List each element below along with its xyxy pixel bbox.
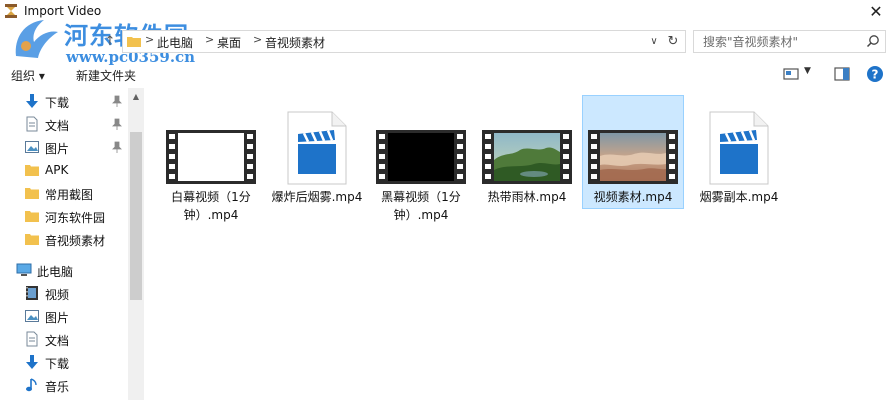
sidebar-item-label: 河东软件园 [45,211,106,225]
sidebar-item-music[interactable]: 音乐 [0,374,128,396]
video-clapperboard-icon [287,111,347,185]
video-film-thumbnail-icon [482,130,572,184]
sidebar-item-pc-downloads[interactable]: 下载 [0,351,128,373]
sidebar-item-label: 下载 [45,357,70,371]
search-box[interactable] [693,30,886,53]
file-list: 白幕视频（1分钟）.mp4 爆炸后烟雾.mp4 黑幕视频（1分钟）.mp4 热带… [144,88,896,400]
breadcrumb-separator: > [253,33,263,46]
sidebar-item-label: 下载 [45,96,70,110]
address-bar[interactable]: > 此电脑 > 桌面 > 音视频素材 ∨ ↻ [122,30,686,53]
sidebar-item-pc-documents[interactable]: 文档 [0,328,128,350]
pin-icon[interactable] [112,118,122,130]
sidebar-item-label: APK [45,163,69,177]
command-bar: 组织 ▾ 新建文件夹 ▼ ? [0,60,896,88]
breadcrumb-media-folder[interactable]: 音视频素材 [265,34,325,51]
video-film-thumbnail-icon [166,130,256,184]
folder-icon [127,37,141,47]
sidebar-scrollbar[interactable]: ▲ [128,88,144,400]
refresh-icon[interactable]: ↻ [665,33,681,51]
sidebar-item-label: 文档 [45,334,70,348]
file-name: 黑幕视频（1分钟）.mp4 [381,190,461,222]
close-icon[interactable]: ✕ [866,2,886,22]
sidebar-item-this-pc[interactable]: 此电脑 [0,259,128,281]
change-view-icon[interactable] [783,67,799,81]
help-icon[interactable]: ? [866,65,884,83]
app-icon [5,4,17,18]
window-title: Import Video [24,4,102,18]
computer-icon [16,263,32,276]
sidebar-item-media[interactable]: 音视频素材 [0,228,128,250]
download-arrow-icon [26,355,38,369]
folder-icon [25,234,39,245]
sidebar-item-documents[interactable]: 文档 [0,113,128,135]
organize-menu-button[interactable]: 组织 ▾ [11,67,45,84]
file-name: 爆炸后烟雾.mp4 [271,190,363,204]
sidebar-item-hedong[interactable]: 河东软件园 [0,205,128,227]
file-item-smoke-after-explosion[interactable]: 爆炸后烟雾.mp4 [266,96,368,209]
sidebar-item-label: 文档 [45,119,70,133]
sidebar-item-label: 此电脑 [37,265,74,279]
file-name: 烟雾副本.mp4 [699,190,779,204]
breadcrumb-separator: > [205,33,215,46]
sidebar-item-pictures[interactable]: 图片 [0,136,128,158]
picture-icon [25,141,39,153]
sidebar-item-downloads[interactable]: 下载 [0,90,128,112]
search-icon[interactable] [866,34,880,48]
address-dropdown-icon[interactable]: ∨ [647,33,661,51]
video-film-thumbnail-icon [376,130,466,184]
video-film-thumbnail-icon [588,130,678,184]
file-item-smoke-copy[interactable]: 烟雾副本.mp4 [688,96,790,209]
picture-icon [25,310,39,322]
sidebar-item-screenshots[interactable]: 常用截图 [0,182,128,204]
folder-icon [25,188,39,199]
music-note-icon [26,378,37,392]
scrollbar-thumb[interactable] [130,132,142,300]
sidebar-item-label: 音视频素材 [45,234,106,248]
new-folder-button[interactable]: 新建文件夹 [76,67,136,84]
sidebar-item-label: 图片 [45,311,70,325]
document-icon [26,116,38,132]
file-item-rainforest[interactable]: 热带雨林.mp4 [476,96,578,209]
file-item-black-video[interactable]: 黑幕视频（1分钟）.mp4 [370,96,472,222]
pin-icon[interactable] [112,141,122,153]
file-name: 白幕视频（1分钟）.mp4 [171,190,251,222]
breadcrumb-this-pc[interactable]: 此电脑 [157,34,193,51]
sidebar-item-label: 常用截图 [45,188,94,202]
file-item-white-video[interactable]: 白幕视频（1分钟）.mp4 [160,96,262,222]
document-icon [26,331,38,347]
title-bar: Import Video ✕ [0,0,896,26]
video-folder-icon [26,286,38,300]
sidebar-item-label: 视频 [45,288,70,302]
video-clapperboard-icon [709,111,769,185]
navigation-pane: 下载 文档 图片 APK 常用截图 河东软件园 音视频素材 此电脑 视频 图片 … [0,88,144,400]
sidebar-item-label: 图片 [45,142,70,156]
breadcrumb-separator: > [145,33,155,46]
scroll-up-arrow-icon[interactable]: ▲ [128,90,144,104]
up-arrow-icon[interactable]: ↑ [102,34,118,50]
preview-pane-icon[interactable] [834,67,850,81]
sidebar-item-label: 音乐 [45,380,70,394]
search-input[interactable] [694,31,862,52]
sidebar-item-pc-pictures[interactable]: 图片 [0,305,128,327]
folder-icon [25,211,39,222]
pin-icon[interactable] [112,95,122,107]
sidebar-item-videos[interactable]: 视频 [0,282,128,304]
file-item-video-material[interactable]: 视频素材.mp4 [582,95,684,209]
svg-text:?: ? [872,68,879,82]
view-options-dropdown-icon[interactable]: ▼ [804,66,816,80]
breadcrumb-desktop[interactable]: 桌面 [217,34,241,51]
folder-icon [25,165,39,176]
sidebar-item-apk[interactable]: APK [0,159,128,181]
file-name: 视频素材.mp4 [593,190,673,204]
file-name: 热带雨林.mp4 [487,190,567,204]
download-arrow-icon [26,94,38,108]
